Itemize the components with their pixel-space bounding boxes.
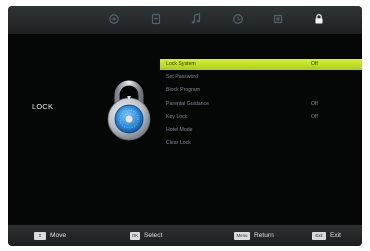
menu-item-parental-guidance[interactable]: Parental Guidance Off: [160, 99, 362, 110]
menu-key-icon: Menu: [234, 232, 250, 240]
tab-setup[interactable]: [272, 13, 286, 27]
tv-osd-screen: LOCK Lock System Off Set Password Block …: [8, 6, 362, 246]
lock-options-list: Lock System Off Set Password Block Progr…: [160, 59, 362, 151]
sound-icon: [151, 13, 161, 25]
hint-exit-label: Exit: [330, 232, 341, 239]
hint-select-label: Select: [144, 232, 163, 239]
menu-item-label: Parental Guidance: [166, 100, 209, 107]
menu-item-key-lock[interactable]: Key Lock Off: [160, 112, 362, 123]
tab-lock[interactable]: [313, 13, 327, 27]
settings-icon: [273, 14, 283, 24]
hint-move: ⇕ Move: [34, 231, 66, 241]
menu-item-set-password[interactable]: Set Password: [160, 72, 362, 83]
hint-return-label: Return: [254, 232, 274, 239]
menu-item-label: Block Program: [166, 87, 201, 94]
menu-tab-bar: [8, 6, 362, 34]
menu-item-label: Lock System: [166, 61, 196, 67]
hint-exit: Exit Exit: [312, 231, 341, 241]
tab-music[interactable]: [190, 13, 204, 27]
lock-icon: [315, 14, 323, 24]
exit-key-icon: Exit: [312, 232, 326, 240]
menu-item-value: Off: [311, 100, 318, 107]
key-hint-bar: ⇕ Move OK Select Menu Return Exit Exit: [8, 225, 362, 246]
menu-item-label: Key Lock: [166, 113, 188, 120]
hint-return: Menu Return: [234, 231, 274, 241]
menu-item-clear-lock[interactable]: Clear Lock: [160, 138, 362, 149]
clock-icon: [233, 14, 243, 24]
menu-item-label: Hotel Mode: [166, 126, 193, 133]
tab-time[interactable]: [232, 13, 246, 27]
ok-key-icon: OK: [130, 232, 140, 240]
menu-item-label: Set Password: [166, 74, 199, 81]
hint-select: OK Select: [130, 231, 162, 241]
menu-item-label: Clear Lock: [166, 140, 191, 147]
music-note-icon: [191, 13, 201, 24]
tab-sound[interactable]: [150, 13, 164, 27]
combination-padlock-icon: [107, 80, 151, 141]
menu-item-value: Off: [311, 61, 318, 67]
tab-picture[interactable]: [108, 13, 122, 27]
move-key-icon: ⇕: [34, 232, 46, 240]
hint-move-label: Move: [50, 232, 67, 239]
page-title: LOCK: [32, 102, 54, 111]
picture-icon: [109, 14, 119, 24]
menu-item-lock-system[interactable]: Lock System Off: [160, 59, 362, 70]
menu-item-hotel-mode[interactable]: Hotel Mode: [160, 125, 362, 136]
menu-item-value: Off: [311, 113, 318, 120]
menu-item-block-program[interactable]: Block Program: [160, 85, 362, 96]
